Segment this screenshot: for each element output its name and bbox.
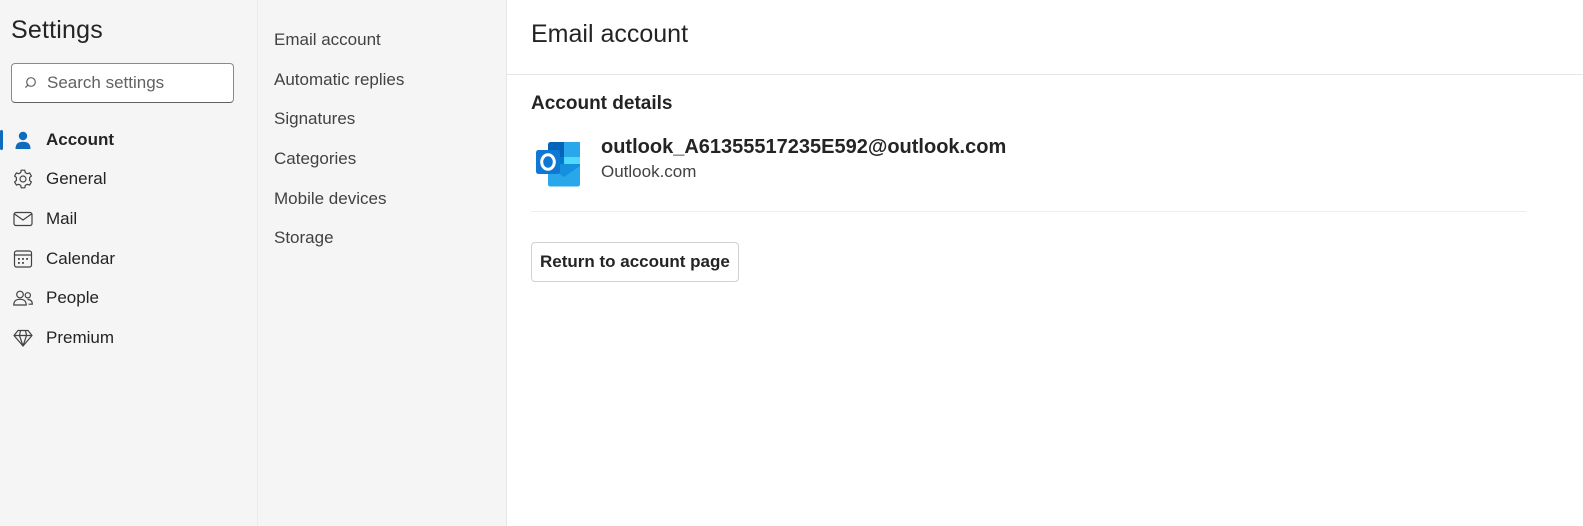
main-panel: Email account Account details outlook_A6…: [507, 0, 1583, 526]
nav-item-label: Calendar: [46, 248, 115, 268]
active-indicator: [0, 130, 3, 150]
subnav-item-automatic-replies[interactable]: Automatic replies: [274, 60, 404, 100]
settings-nav: Account General Mail Calendar People Pre…: [0, 120, 257, 358]
nav-item-general[interactable]: General: [0, 160, 257, 200]
nav-item-label: Account: [46, 129, 114, 149]
nav-item-label: Premium: [46, 327, 115, 347]
return-to-account-button[interactable]: Return to account page: [531, 242, 739, 282]
outlook-logo-icon: [531, 137, 585, 191]
search-input[interactable]: [47, 73, 227, 93]
section-title: Account details: [531, 93, 673, 114]
mail-icon: [12, 208, 34, 230]
page-title: Email account: [531, 20, 689, 48]
settings-sidebar: Settings Account General Mail: [0, 0, 258, 526]
nav-item-account[interactable]: Account: [0, 120, 257, 160]
row-divider: [531, 211, 1526, 212]
subnav-item-mobile-devices[interactable]: Mobile devices: [274, 179, 404, 219]
nav-item-people[interactable]: People: [0, 278, 257, 318]
search-box[interactable]: [11, 63, 234, 103]
account-row: outlook_A61355517235E592@outlook.com Out…: [531, 134, 1006, 191]
nav-item-label: General: [46, 169, 107, 189]
person-icon: [12, 129, 34, 151]
nav-item-premium[interactable]: Premium: [0, 318, 257, 358]
settings-title: Settings: [11, 16, 103, 44]
gear-icon: [12, 168, 34, 190]
people-icon: [12, 287, 34, 309]
nav-item-label: People: [46, 288, 99, 308]
nav-item-label: Mail: [46, 208, 78, 228]
search-icon: [25, 76, 39, 90]
calendar-icon: [12, 248, 34, 270]
nav-item-mail[interactable]: Mail: [0, 199, 257, 239]
account-subnav: Email account Automatic replies Signatur…: [258, 0, 507, 526]
account-email: outlook_A61355517235E592@outlook.com: [601, 136, 1007, 158]
diamond-icon: [12, 327, 34, 349]
subnav-item-categories[interactable]: Categories: [274, 139, 404, 179]
nav-item-calendar[interactable]: Calendar: [0, 239, 257, 279]
subnav-item-signatures[interactable]: Signatures: [274, 99, 404, 139]
header-divider: [507, 74, 1583, 75]
subnav-item-storage[interactable]: Storage: [274, 218, 404, 258]
subnav-item-email-account[interactable]: Email account: [274, 20, 404, 60]
account-type: Outlook.com: [601, 162, 697, 181]
